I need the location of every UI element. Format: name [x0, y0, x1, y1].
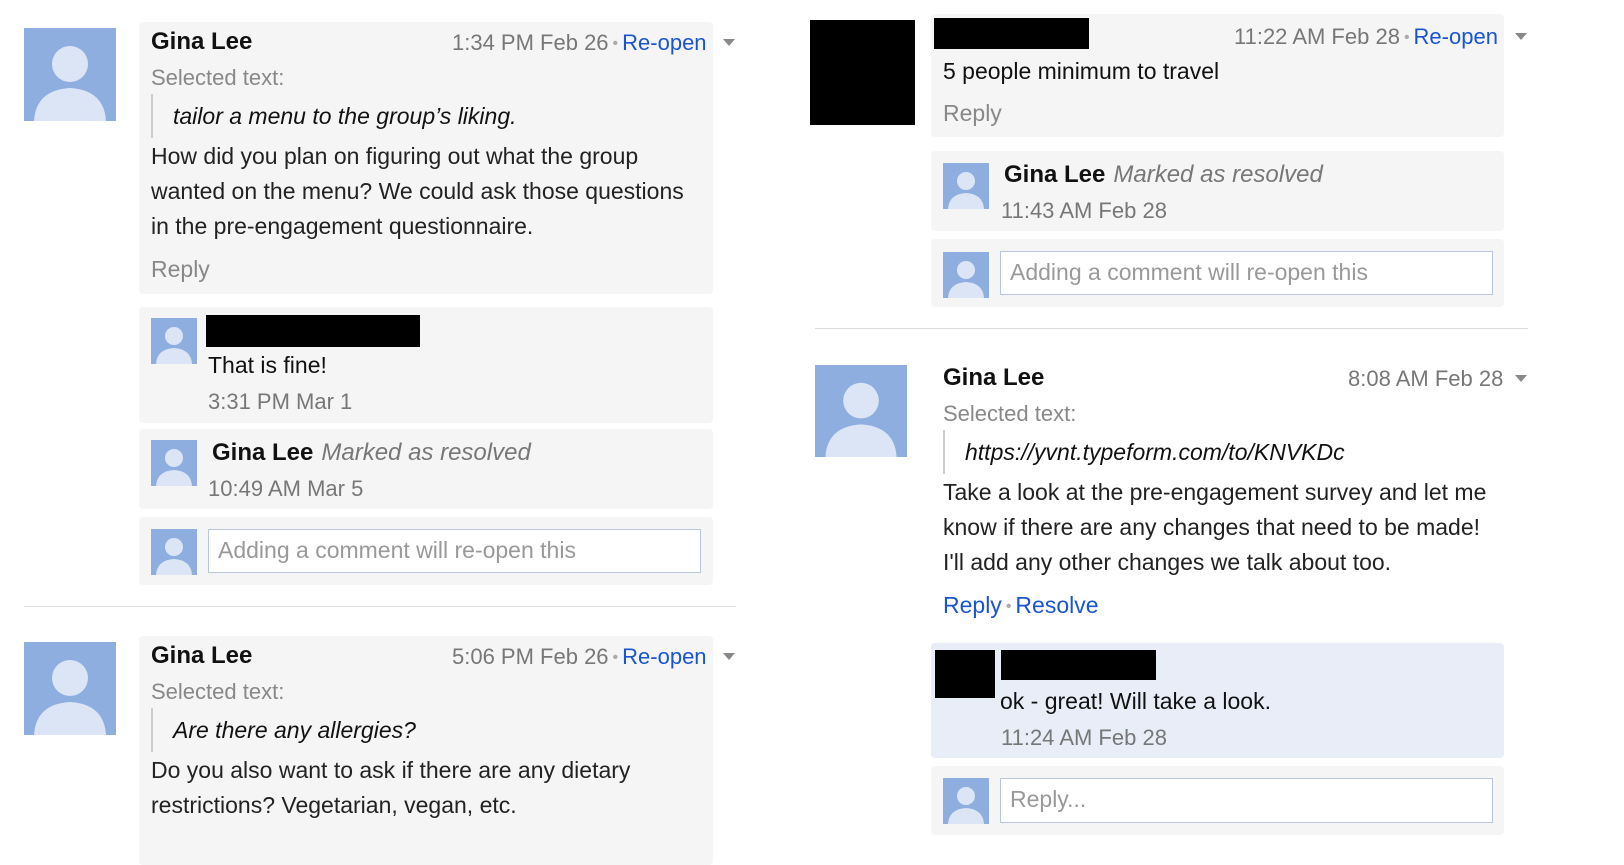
avatar [24, 642, 116, 735]
selected-text-quote: Are there any allergies? [151, 708, 416, 752]
user-silhouette-icon [825, 382, 897, 457]
reply-input[interactable]: Reply... [1000, 778, 1493, 823]
comment-time: 5:06 PM Feb 26 [452, 644, 609, 669]
comment-time: 11:22 AM Feb 28 [1234, 24, 1400, 49]
comment-author: Gina Lee [151, 28, 253, 55]
chevron-down-icon[interactable] [1515, 33, 1527, 40]
user-silhouette-icon [948, 261, 984, 298]
avatar [151, 440, 197, 486]
user-silhouette-icon [34, 46, 106, 121]
resolved-status: Marked as resolved [1113, 161, 1323, 188]
resolved-author: Gina Lee [1004, 161, 1106, 188]
user-silhouette-icon [156, 538, 192, 575]
selected-text-label: Selected text: [151, 65, 285, 90]
redacted-avatar [810, 20, 915, 125]
separator-dot: • [1005, 598, 1012, 615]
reply-time: 3:31 PM Mar 1 [208, 389, 353, 414]
avatar [24, 28, 116, 121]
redacted-avatar [935, 650, 995, 698]
avatar [943, 252, 989, 298]
reply-link[interactable]: Reply [151, 256, 210, 283]
reply-time: 11:24 AM Feb 28 [1001, 725, 1167, 750]
comment-body: Do you also want to ask if there are any… [151, 757, 631, 818]
reply-link[interactable]: Reply [943, 592, 1002, 618]
resolved-status: Marked as resolved [321, 439, 531, 466]
selected-text-label: Selected text: [943, 401, 1077, 426]
comment-body: Take a look at the pre-engagement survey… [943, 479, 1487, 575]
thread-divider [815, 328, 1528, 329]
redacted-author [934, 18, 1089, 49]
comment-time: 1:34 PM Feb 26 [452, 30, 609, 55]
comment-meta: 5:06 PM Feb 26 • Re-open [452, 644, 707, 670]
selected-text-quote: https://yvnt.typeform.com/to/KNVKDc [943, 430, 1345, 474]
avatar [815, 365, 907, 457]
comment-body: 5 people minimum to travel [943, 58, 1220, 84]
comment-meta: 1:34 PM Feb 26 • Re-open [452, 30, 707, 56]
reply-text: ok - great! Will take a look. [1000, 688, 1271, 714]
separator-dot: • [1403, 29, 1410, 46]
reply-text: That is fine! [208, 352, 327, 378]
resolved-line: Gina Lee Marked as resolved [212, 439, 531, 467]
comment-actions: Reply • Resolve [943, 592, 1099, 619]
comment-author: Gina Lee [151, 642, 253, 669]
resolve-link[interactable]: Resolve [1015, 592, 1098, 618]
user-silhouette-icon [948, 172, 984, 209]
user-silhouette-icon [948, 787, 984, 824]
avatar [943, 163, 989, 209]
avatar [151, 318, 197, 364]
redacted-author [1001, 650, 1156, 680]
separator-dot: • [612, 35, 619, 52]
resolved-line: Gina Lee Marked as resolved [1004, 161, 1323, 189]
redacted-author [206, 315, 420, 347]
chevron-down-icon[interactable] [723, 39, 735, 46]
resolved-author: Gina Lee [212, 439, 314, 466]
reopen-link[interactable]: Re-open [1414, 24, 1498, 49]
comment-input[interactable]: Adding a comment will re-open this [1000, 251, 1493, 295]
resolved-time: 10:49 AM Mar 5 [208, 476, 364, 501]
reopen-link[interactable]: Re-open [622, 30, 706, 55]
selected-text-quote: tailor a menu to the group’s liking. [151, 94, 517, 138]
chevron-down-icon[interactable] [1515, 375, 1527, 382]
user-silhouette-icon [156, 449, 192, 486]
resolved-time: 11:43 AM Feb 28 [1001, 198, 1167, 223]
comment-author: Gina Lee [943, 364, 1045, 391]
user-silhouette-icon [156, 327, 192, 364]
separator-dot: • [612, 649, 619, 666]
thread-divider [24, 606, 736, 607]
comment-meta: 11:22 AM Feb 28 • Re-open [1234, 24, 1498, 50]
comment-input[interactable]: Adding a comment will re-open this [208, 529, 701, 573]
avatar [943, 778, 989, 824]
reopen-link[interactable]: Re-open [622, 644, 706, 669]
selected-text-label: Selected text: [151, 679, 285, 704]
reply-link[interactable]: Reply [943, 100, 1002, 127]
chevron-down-icon[interactable] [723, 653, 735, 660]
comment-body: How did you plan on figuring out what th… [151, 143, 684, 239]
comment-time: 8:08 AM Feb 28 [1348, 366, 1504, 391]
avatar [151, 529, 197, 575]
user-silhouette-icon [34, 660, 106, 735]
